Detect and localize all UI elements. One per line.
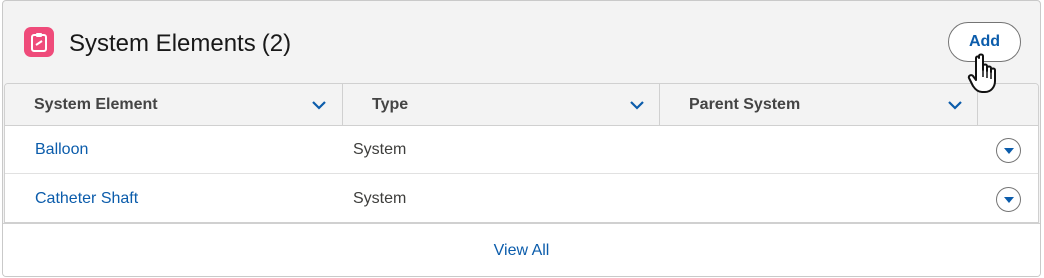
card-footer: View All — [3, 223, 1040, 276]
card-title: System Elements (2) — [69, 29, 291, 59]
system-elements-card: System Elements (2) Add System Element Ty… — [2, 0, 1041, 277]
column-header-system-element[interactable]: System Element — [5, 84, 343, 125]
card-title-label: System Elements — [69, 30, 256, 57]
column-header-type[interactable]: Type — [343, 84, 660, 125]
table-row: Balloon System — [5, 126, 1038, 174]
card-header: System Elements (2) Add — [3, 1, 1040, 83]
system-element-link[interactable]: Catheter Shaft — [35, 175, 138, 222]
caret-down-icon — [1003, 147, 1014, 154]
system-elements-table: System Element Type Parent System Balloo… — [4, 83, 1039, 223]
row-actions-button[interactable] — [996, 187, 1021, 212]
clipboard-icon — [24, 27, 54, 57]
table-header: System Element Type Parent System — [5, 84, 1038, 126]
row-actions-button[interactable] — [996, 138, 1021, 163]
chevron-down-icon[interactable] — [629, 98, 645, 112]
column-header-label: System Element — [34, 96, 158, 113]
chevron-down-icon[interactable] — [947, 98, 963, 112]
record-count: (2) — [261, 30, 292, 57]
column-header-label: Type — [372, 96, 409, 113]
type-cell: System — [353, 190, 407, 207]
view-all-link[interactable]: View All — [494, 242, 550, 260]
chevron-down-icon[interactable] — [311, 98, 327, 112]
caret-down-icon — [1003, 196, 1014, 203]
type-cell: System — [353, 141, 407, 158]
table-row: Catheter Shaft System — [5, 175, 1038, 222]
hand-pointer-icon — [967, 53, 996, 93]
column-header-label: Parent System — [689, 96, 801, 113]
system-element-link[interactable]: Balloon — [35, 126, 88, 174]
column-header-parent-system[interactable]: Parent System — [660, 84, 978, 125]
